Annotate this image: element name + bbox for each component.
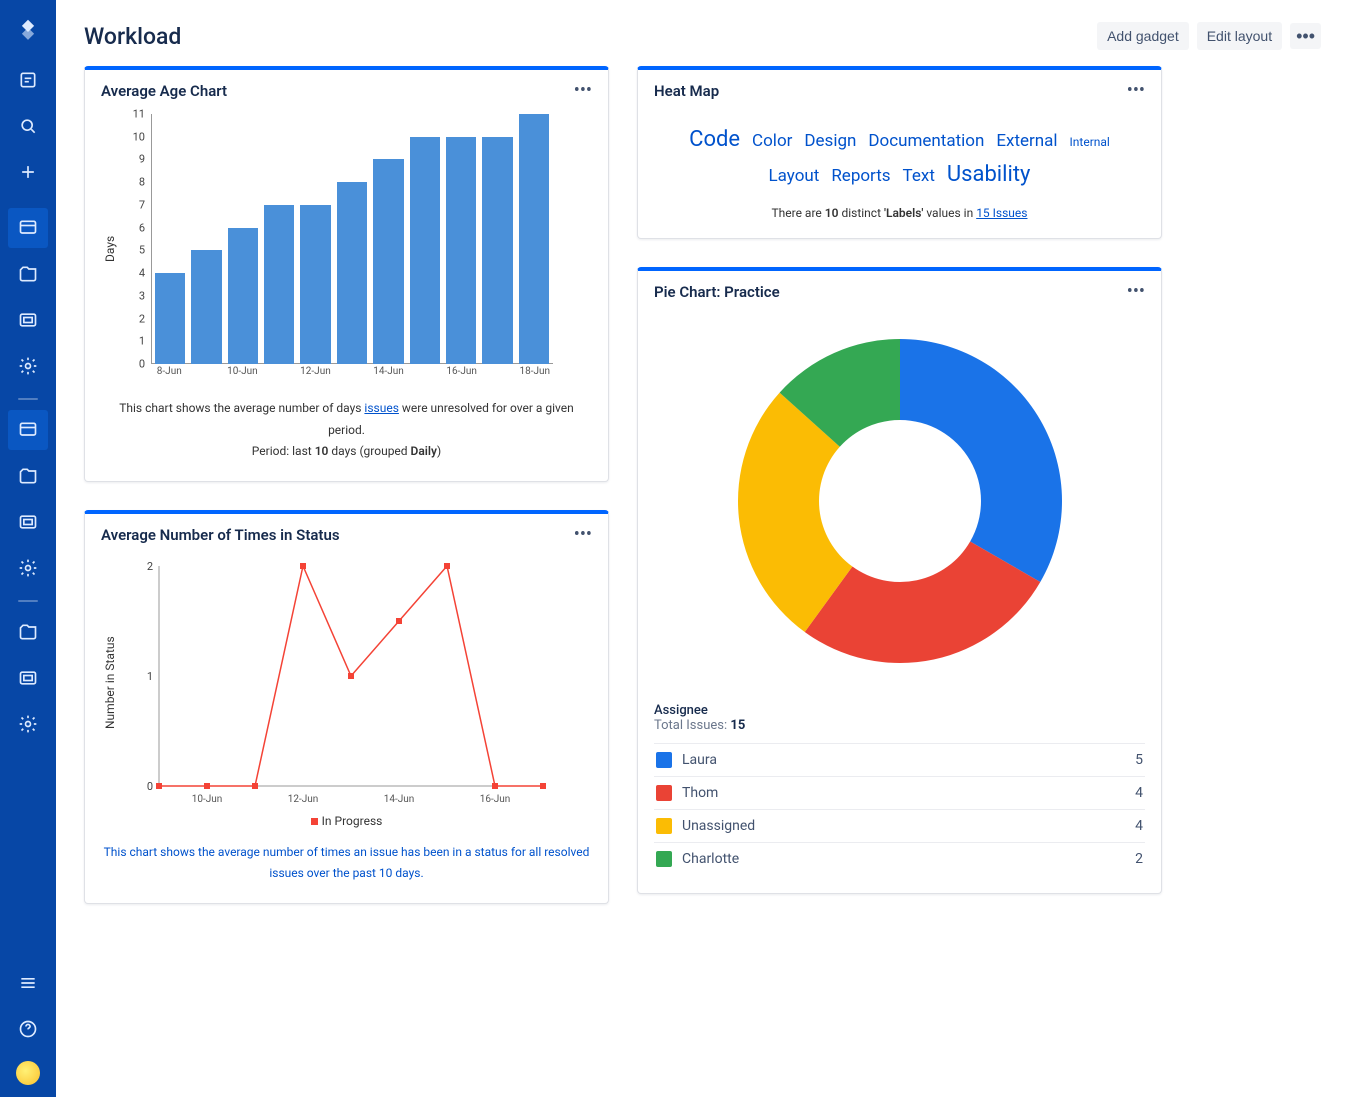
edit-layout-button[interactable]: Edit layout <box>1197 22 1282 50</box>
nav-dashboard2-icon[interactable] <box>8 410 48 450</box>
bar <box>264 205 294 364</box>
gadget-title: Heat Map <box>654 82 719 100</box>
age-caption: This chart shows the average number of d… <box>101 398 592 463</box>
page-title: Workload <box>84 23 181 50</box>
pie-legend-row[interactable]: Thom 4 <box>654 776 1145 809</box>
bar <box>155 273 185 364</box>
svg-text:2: 2 <box>147 560 153 573</box>
nav-menu-icon[interactable] <box>8 963 48 1003</box>
gadget-more-icon[interactable]: ••• <box>574 526 592 544</box>
status-line-chart: 0 1 2 10-Jun 12-Jun 14-Jun 16-Jun <box>123 558 553 808</box>
pie-legend-row[interactable]: Laura 5 <box>654 743 1145 776</box>
pie-row-label: Thom <box>682 785 718 801</box>
pie-legend-row[interactable]: Charlotte 2 <box>654 842 1145 875</box>
heat-tag-text[interactable]: Text <box>903 166 935 186</box>
heat-tag-usability[interactable]: Usability <box>947 162 1031 187</box>
gadget-more-icon[interactable]: ••• <box>1127 283 1145 301</box>
age-issues-link[interactable]: issues <box>364 401 398 415</box>
gadget-title: Average Age Chart <box>101 82 227 100</box>
heat-issues-link[interactable]: 15 Issues <box>976 206 1027 220</box>
add-gadget-button[interactable]: Add gadget <box>1097 22 1189 50</box>
status-legend: In Progress <box>101 814 592 828</box>
svg-text:1: 1 <box>147 670 153 683</box>
bar <box>446 137 476 364</box>
bar <box>410 137 440 364</box>
gadget-title: Pie Chart: Practice <box>654 283 780 301</box>
heat-tag-internal[interactable]: Internal <box>1070 135 1110 149</box>
nav-work-icon[interactable] <box>8 60 48 100</box>
pie-row-value: 4 <box>1135 818 1143 834</box>
pie-total: Total Issues: 15 <box>654 718 1145 733</box>
pie-swatch <box>656 752 672 768</box>
heat-tag-color[interactable]: Color <box>752 131 792 151</box>
main-content: Workload Add gadget Edit layout ••• Aver… <box>56 0 1349 1097</box>
bar <box>373 159 403 364</box>
heat-tag-design[interactable]: Design <box>804 131 856 151</box>
nav-boards-icon[interactable] <box>8 300 48 340</box>
heat-tag-external[interactable]: External <box>996 131 1057 151</box>
pie-swatch <box>656 851 672 867</box>
bar <box>482 137 512 364</box>
svg-text:0: 0 <box>147 780 153 793</box>
pie-row-label: Laura <box>682 752 717 768</box>
pie-swatch <box>656 818 672 834</box>
status-ylabel: Number in Status <box>101 558 117 808</box>
bar <box>337 182 367 364</box>
pie-swatch <box>656 785 672 801</box>
gadget-title: Average Number of Times in Status <box>101 526 340 544</box>
heat-tag-layout[interactable]: Layout <box>769 166 820 186</box>
pie-legend-row[interactable]: Unassigned 4 <box>654 809 1145 842</box>
gadget-pie-chart: Pie Chart: Practice ••• Assignee Total I… <box>637 267 1162 894</box>
gadget-more-icon[interactable]: ••• <box>1127 82 1145 100</box>
svg-text:12-Jun: 12-Jun <box>288 794 319 805</box>
nav-create-icon[interactable] <box>8 152 48 192</box>
pie-row-label: Charlotte <box>682 851 739 867</box>
heat-tag-code[interactable]: Code <box>689 127 740 152</box>
status-caption: This chart shows the average number of t… <box>101 842 592 885</box>
pie-row-value: 5 <box>1135 752 1143 768</box>
nav-boards2-icon[interactable] <box>8 502 48 542</box>
pie-legend-title: Assignee <box>654 703 1145 718</box>
left-navigation <box>0 0 56 1097</box>
bar <box>300 205 330 364</box>
nav-settings3-icon[interactable] <box>8 704 48 744</box>
pie-row-label: Unassigned <box>682 818 755 834</box>
nav-help-icon[interactable] <box>8 1009 48 1049</box>
pie-row-value: 4 <box>1135 785 1143 801</box>
dashboard-more-button[interactable]: ••• <box>1290 23 1321 49</box>
bar <box>519 114 549 364</box>
nav-projects-icon[interactable] <box>8 254 48 294</box>
nav-projects3-icon[interactable] <box>8 612 48 652</box>
age-ylabel: Days <box>101 114 117 384</box>
svg-text:10-Jun: 10-Jun <box>192 794 223 805</box>
jira-logo-icon[interactable] <box>14 18 42 46</box>
gadget-more-icon[interactable]: ••• <box>574 82 592 100</box>
nav-settings2-icon[interactable] <box>8 548 48 588</box>
svg-text:14-Jun: 14-Jun <box>384 794 415 805</box>
nav-profile-avatar[interactable] <box>16 1061 40 1085</box>
heat-tag-reports[interactable]: Reports <box>831 166 890 186</box>
nav-separator <box>18 398 38 400</box>
page-header: Workload Add gadget Edit layout ••• <box>84 22 1321 50</box>
gadget-times-in-status: Average Number of Times in Status ••• Nu… <box>84 510 609 904</box>
nav-settings-icon[interactable] <box>8 346 48 386</box>
nav-separator-2 <box>18 600 38 602</box>
header-actions: Add gadget Edit layout ••• <box>1097 22 1321 50</box>
pie-donut <box>720 321 1080 681</box>
gadget-average-age: Average Age Chart ••• Days 0123456789101… <box>84 66 609 482</box>
heat-tag-cloud: Code Color Design Documentation External… <box>654 114 1145 198</box>
age-bar-chart: 01234567891011 8-Jun10-Jun12-Jun14-Jun16… <box>123 114 553 384</box>
heat-caption: There are 10 distinct 'Labels' values in… <box>654 206 1145 220</box>
nav-projects2-icon[interactable] <box>8 456 48 496</box>
bar <box>228 228 258 364</box>
gadget-heat-map: Heat Map ••• Code Color Design Documenta… <box>637 66 1162 239</box>
nav-dashboard-icon[interactable] <box>8 208 48 248</box>
pie-row-value: 2 <box>1135 851 1143 867</box>
bar <box>191 250 221 364</box>
nav-search-icon[interactable] <box>8 106 48 146</box>
nav-boards3-icon[interactable] <box>8 658 48 698</box>
svg-text:16-Jun: 16-Jun <box>480 794 511 805</box>
heat-tag-documentation[interactable]: Documentation <box>868 131 984 151</box>
